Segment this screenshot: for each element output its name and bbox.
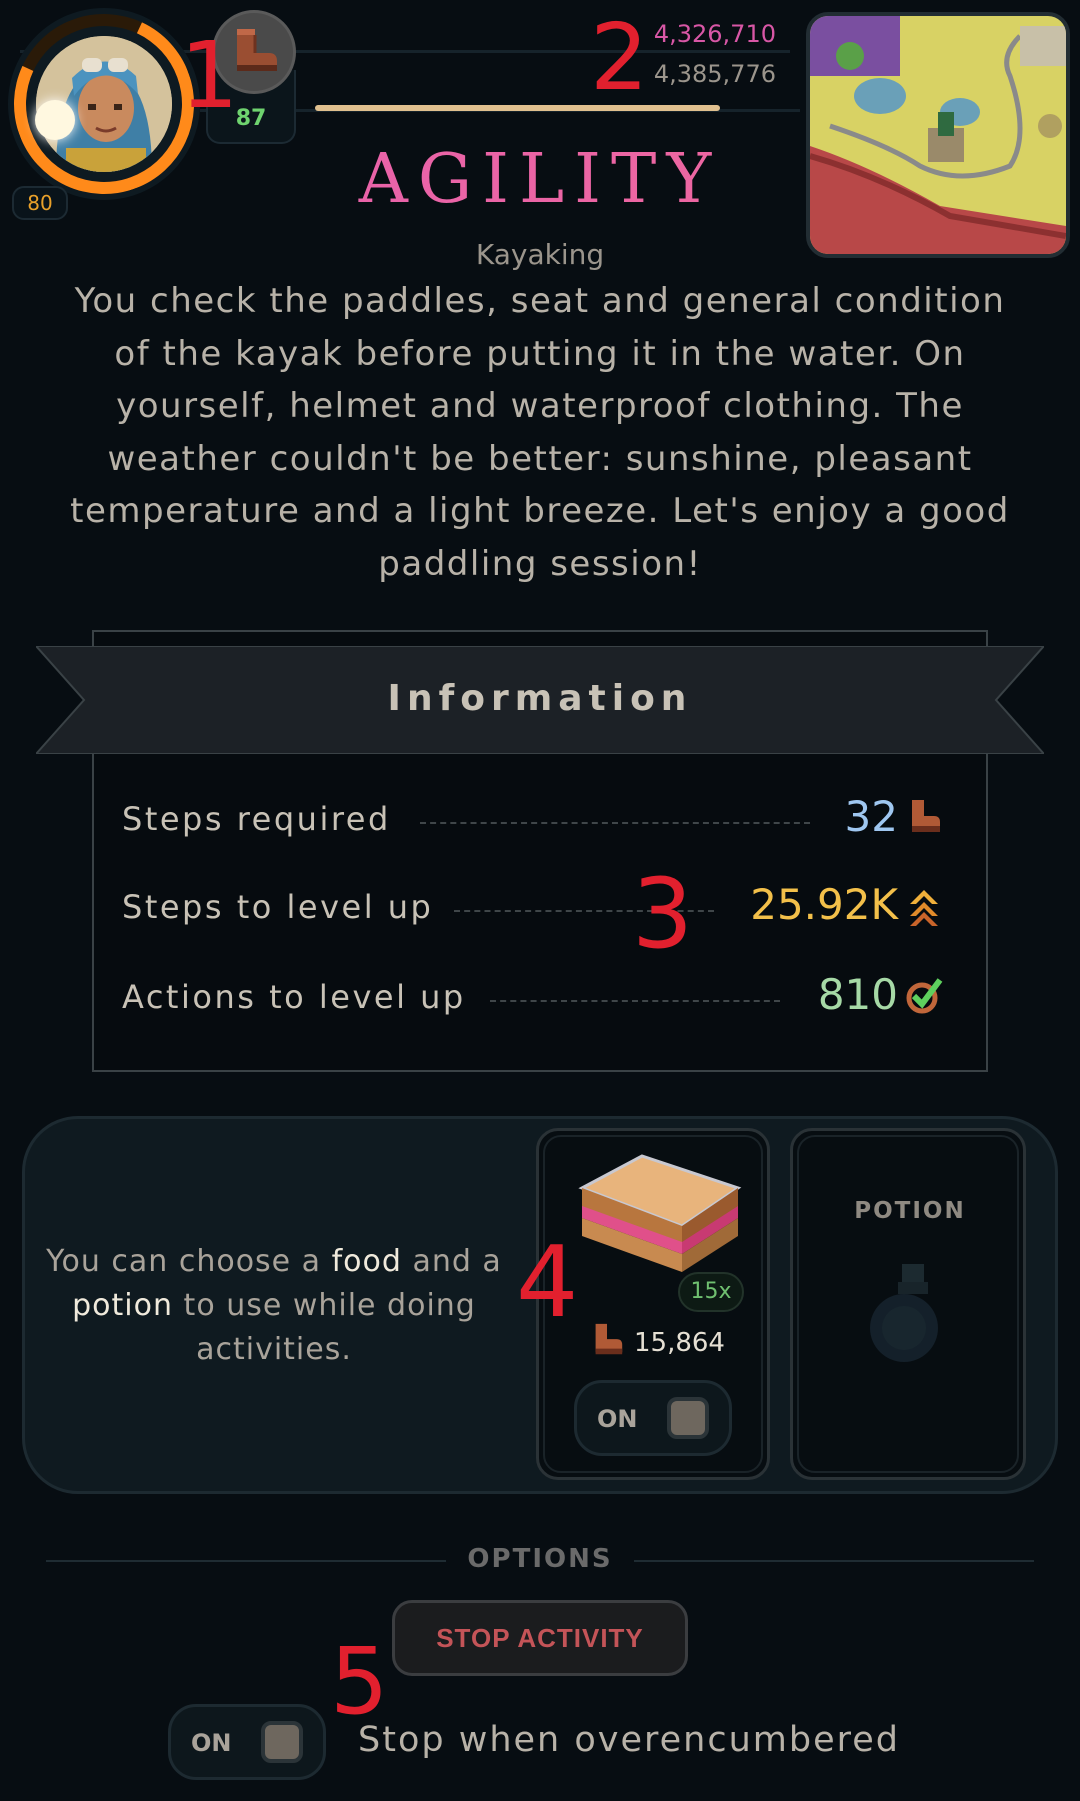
- stop-activity-button[interactable]: STOP ACTIVITY: [392, 1600, 688, 1676]
- food-quantity-badge: 15x: [678, 1272, 744, 1312]
- boot-icon: [595, 1323, 623, 1355]
- options-divider-left: [46, 1560, 446, 1562]
- sandwich-icon: [578, 1154, 742, 1272]
- overencumbered-toggle-knob: [261, 1721, 303, 1763]
- status-light-icon: [35, 100, 75, 140]
- xp-current: 4,326,710: [653, 20, 776, 48]
- overencumbered-label: Stop when overencumbered: [358, 1720, 900, 1760]
- skill-description: You check the paddles, seat and general …: [70, 281, 1010, 584]
- skill-subtitle: Kayaking: [475, 238, 605, 271]
- steps-to-level-label: Steps to level up: [122, 888, 434, 926]
- overencumbered-toggle-label: ON: [191, 1729, 232, 1757]
- chevron-up-icon: [910, 890, 938, 926]
- potion-label: POTION: [854, 1198, 966, 1224]
- annotation-3: 3: [632, 858, 694, 970]
- options-heading: OPTIONS: [467, 1544, 613, 1574]
- annotation-1: 1: [180, 22, 239, 129]
- checkmark-icon: [906, 978, 943, 1014]
- information-heading: Information: [387, 678, 693, 719]
- steps-required-value: 32: [844, 792, 898, 841]
- steps-to-level-value: 25.92K: [750, 880, 898, 929]
- food-steps: 15,864: [634, 1328, 725, 1358]
- row-divider: [490, 1000, 780, 1002]
- consumables-hint: You can choose a food and a potion to us…: [46, 1244, 502, 1367]
- food-toggle[interactable]: ON: [574, 1380, 732, 1456]
- row-divider: [420, 822, 810, 824]
- annotation-4: 4: [516, 1226, 579, 1340]
- skill-title: AGILITY: [0, 140, 1080, 219]
- food-toggle-label: ON: [597, 1405, 638, 1433]
- food-toggle-knob: [667, 1397, 709, 1439]
- minimap[interactable]: [806, 12, 1070, 258]
- options-divider-right: [634, 1560, 1034, 1562]
- steps-required-label: Steps required: [122, 800, 391, 838]
- actions-to-level-label: Actions to level up: [122, 978, 466, 1016]
- xp-progress-bar: [315, 105, 720, 111]
- overencumbered-toggle[interactable]: ON: [168, 1704, 326, 1780]
- annotation-5: 5: [330, 1628, 389, 1735]
- xp-max: 4,385,776: [653, 60, 776, 88]
- potion-icon: [870, 1264, 938, 1362]
- boot-icon: [912, 800, 940, 832]
- actions-to-level-value: 810: [817, 970, 898, 1019]
